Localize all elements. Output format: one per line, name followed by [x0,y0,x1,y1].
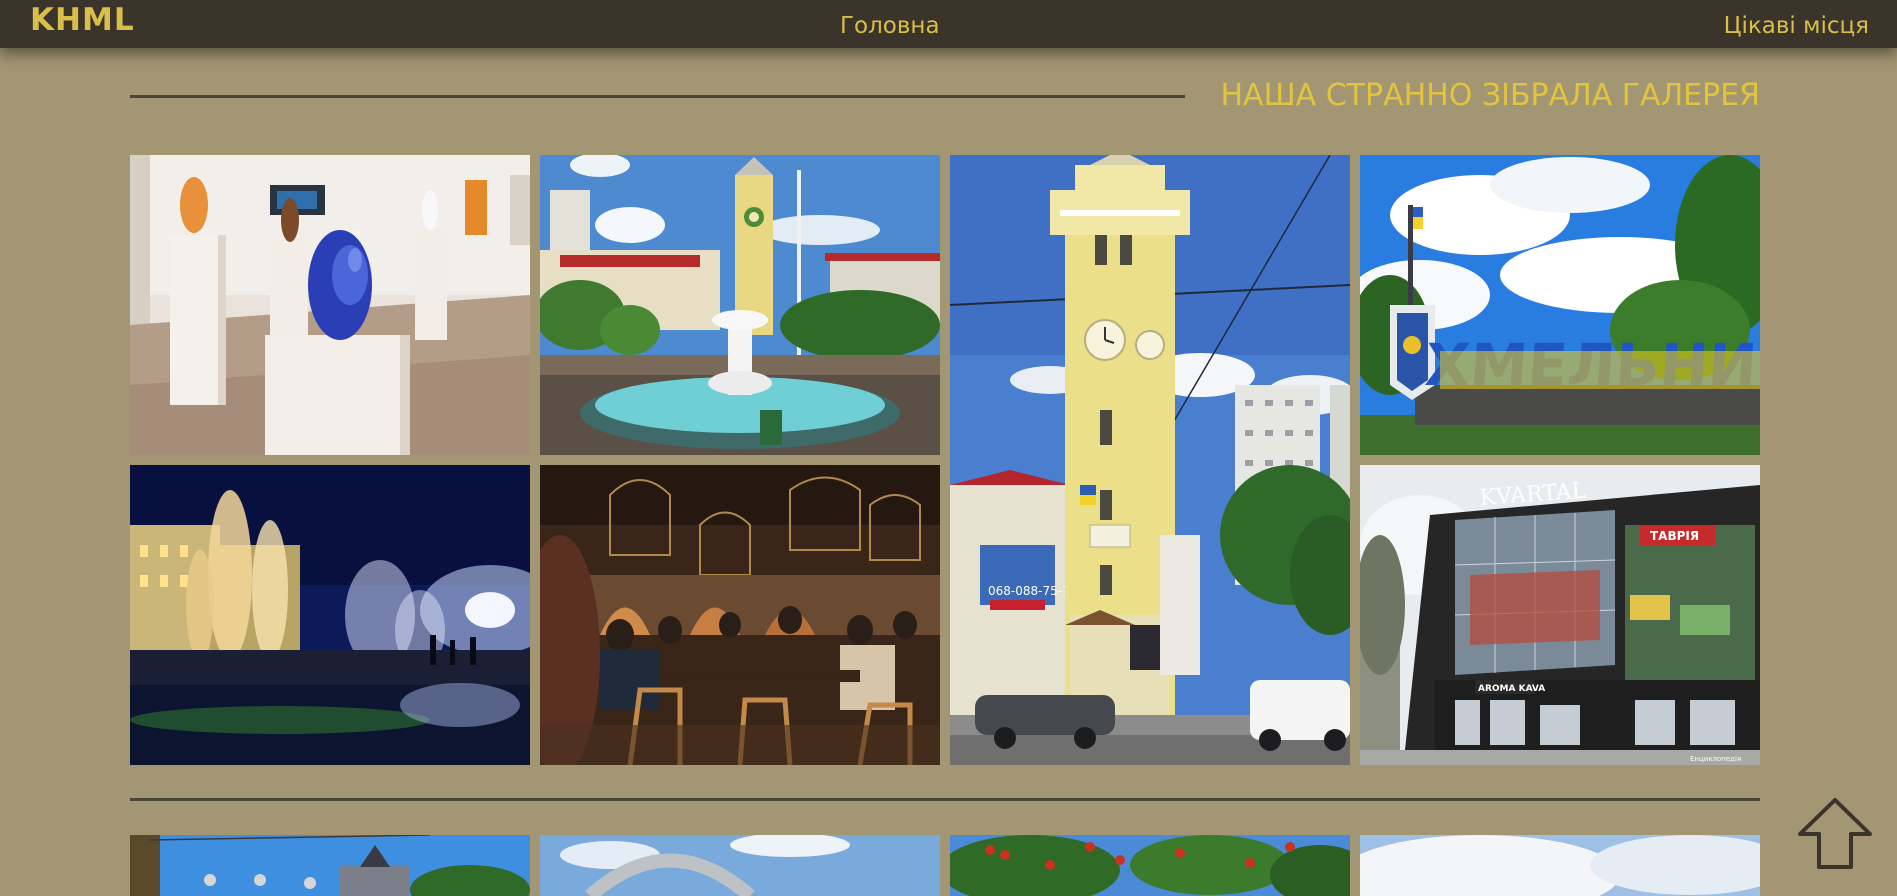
gallery-photo-arch[interactable] [540,835,940,896]
svg-text:AROMA KAVA: AROMA KAVA [1478,684,1545,694]
heading-divider [130,95,1185,98]
gallery-photo-rowan-tree[interactable] [950,835,1350,896]
svg-text:ТАВРІЯ: ТАВРІЯ [1650,529,1699,543]
logo[interactable]: KHML [30,2,135,38]
gallery-divider [130,798,1760,801]
gallery-photo-clock-tower[interactable]: 068-088-75-78 [950,155,1350,765]
gallery-photo-street-lanterns[interactable] [130,835,530,896]
gallery-photo-night-fountain[interactable] [130,465,530,765]
nav-link-home[interactable]: Головна [840,13,940,39]
gallery-title: НАША СТРАННО ЗІБРАЛА ГАЛЕРЕЯ [1220,78,1761,113]
svg-text:068-088-75-78: 068-088-75-78 [988,584,1077,598]
arrow-up-icon [1798,798,1872,869]
gallery-photo-fountain-square[interactable] [540,155,940,455]
nav-link-places[interactable]: Цікаві місця [1724,13,1869,39]
gallery-photo-restaurant[interactable] [540,465,940,765]
svg-text:Енциклопедія: Енциклопедія [1690,755,1741,763]
gallery-photo-shopping-mall[interactable]: ТАВРІЯ KVARTAL AROMA KAVA Енциклопедія [1360,465,1760,765]
scroll-to-top-button[interactable] [1796,797,1874,871]
navbar: KHML Головна Цікаві місця [0,0,1897,48]
gallery-photo-city-sign[interactable]: ХМЕЛЬНИЦЬКИЙ [1360,155,1760,455]
gallery-photo-art-gallery[interactable] [130,155,530,455]
gallery-heading: НАША СТРАННО ЗІБРАЛА ГАЛЕРЕЯ [130,78,1760,116]
gallery-photo-clouds[interactable] [1360,835,1760,896]
